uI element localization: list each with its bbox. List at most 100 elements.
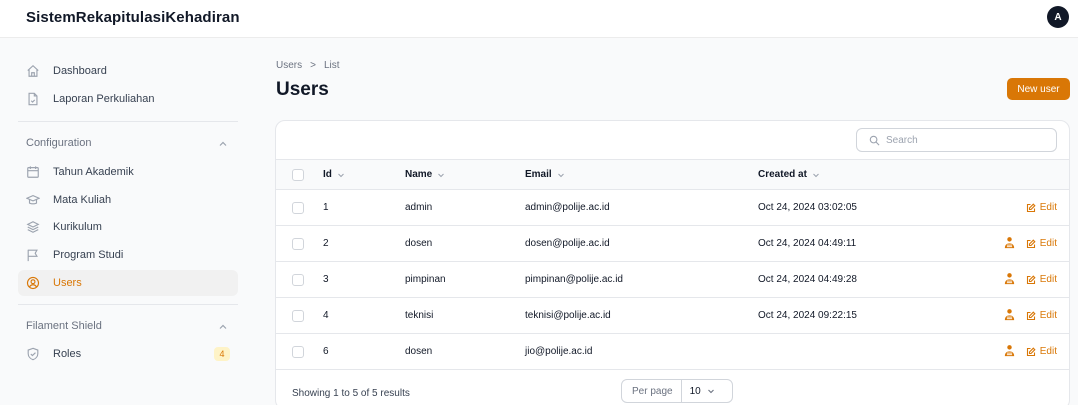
sidebar-item-dashboard[interactable]: Dashboard [18, 58, 238, 84]
cell-name: dosen [405, 346, 433, 357]
breadcrumb-list: List [323, 60, 340, 71]
impersonate-icon[interactable] [1003, 236, 1016, 252]
group-label-filament-shield[interactable]: Filament Shield [26, 320, 102, 332]
cell-id: 6 [323, 346, 329, 357]
pencil-square-icon [1026, 202, 1036, 212]
row-actions: Edit [1003, 298, 1057, 333]
user-circle-icon [26, 276, 40, 290]
group-label-configuration[interactable]: Configuration [26, 137, 91, 149]
chevron-up-icon[interactable] [218, 139, 228, 149]
cell-created-at: Oct 24, 2024 09:22:15 [758, 310, 857, 321]
cell-id: 2 [323, 238, 329, 249]
column-header-email[interactable]: Email [525, 160, 565, 189]
user-avatar[interactable]: A [1047, 6, 1069, 28]
table-row[interactable]: 4 teknisi teknisi@polije.ac.id Oct 24, 2… [276, 298, 1069, 334]
search-box[interactable] [856, 128, 1057, 152]
pencil-square-icon [1026, 310, 1036, 320]
sidebar-item-users[interactable]: Users [18, 270, 238, 296]
row-checkbox[interactable] [292, 238, 304, 250]
app-brand[interactable]: SistemRekapitulasiKehadiran [26, 9, 240, 26]
cell-email: jio@polije.ac.id [525, 346, 593, 357]
impersonate-icon[interactable] [1003, 308, 1016, 324]
sidebar-item-kurikulum[interactable]: Kurikulum [18, 214, 238, 240]
impersonate-icon[interactable] [1003, 344, 1016, 360]
table-footer: Showing 1 to 5 of 5 results Per page 10 [276, 375, 1069, 405]
cell-email: dosen@polije.ac.id [525, 238, 610, 249]
cell-created-at: Oct 24, 2024 03:02:05 [758, 202, 857, 213]
breadcrumb-separator: > [310, 60, 316, 71]
cell-id: 4 [323, 310, 329, 321]
cell-name: admin [405, 202, 433, 213]
home-icon [26, 64, 40, 78]
sidebar-divider [18, 121, 238, 122]
chevron-down-icon [813, 173, 819, 177]
table-row[interactable]: 3 pimpinan pimpinan@polije.ac.id Oct 24,… [276, 262, 1069, 298]
sidebar-item-laporan-perkuliahan[interactable]: Laporan Perkuliahan [18, 86, 238, 112]
row-checkbox[interactable] [292, 346, 304, 358]
pencil-square-icon [1026, 274, 1036, 284]
column-header-id[interactable]: Id [323, 160, 345, 189]
sidebar-item-label: Laporan Perkuliahan [53, 93, 155, 105]
chevron-down-icon [707, 389, 714, 394]
new-user-button[interactable]: New user [1007, 78, 1070, 100]
edit-button[interactable]: Edit [1026, 202, 1057, 213]
breadcrumb-users[interactable]: Users [276, 60, 302, 71]
sidebar: Dashboard Laporan Perkuliahan Configurat… [0, 38, 250, 405]
impersonate-icon[interactable] [1003, 272, 1016, 288]
chevron-down-icon [557, 173, 564, 177]
flag-icon [26, 248, 40, 262]
sidebar-item-label: Tahun Akademik [53, 166, 134, 178]
select-all-checkbox[interactable] [292, 169, 304, 181]
edit-button[interactable]: Edit [1026, 274, 1057, 285]
sidebar-item-mata-kuliah[interactable]: Mata Kuliah [18, 187, 238, 213]
results-summary: Showing 1 to 5 of 5 results [292, 387, 410, 399]
sidebar-item-program-studi[interactable]: Program Studi [18, 242, 238, 268]
cell-email: admin@polije.ac.id [525, 202, 610, 213]
table-header: Id Name Email Created at [276, 159, 1069, 190]
search-icon [869, 135, 880, 145]
search-input[interactable] [886, 134, 1036, 146]
column-header-created-at[interactable]: Created at [758, 160, 820, 189]
row-actions: Edit [1026, 190, 1057, 225]
cell-email: teknisi@polije.ac.id [525, 310, 611, 321]
roles-count-badge: 4 [214, 347, 230, 361]
page-title: Users [276, 79, 329, 100]
edit-button[interactable]: Edit [1026, 238, 1057, 249]
per-page-select[interactable]: Per page 10 [621, 379, 733, 403]
row-actions: Edit [1003, 226, 1057, 261]
row-actions: Edit [1003, 334, 1057, 369]
breadcrumb: Users > List [276, 60, 340, 71]
top-bar: SistemRekapitulasiKehadiran A [0, 0, 1078, 38]
chevron-down-icon [338, 173, 344, 177]
cell-id: 1 [323, 202, 329, 213]
table-row[interactable]: 2 dosen dosen@polije.ac.id Oct 24, 2024 … [276, 226, 1069, 262]
cell-email: pimpinan@polije.ac.id [525, 274, 623, 285]
edit-button[interactable]: Edit [1026, 310, 1057, 321]
row-checkbox[interactable] [292, 310, 304, 322]
row-checkbox[interactable] [292, 274, 304, 286]
calendar-icon [26, 165, 40, 179]
chevron-up-icon[interactable] [218, 322, 228, 332]
sidebar-item-label: Users [53, 277, 82, 289]
sidebar-item-tahun-akademik[interactable]: Tahun Akademik [18, 159, 238, 185]
sidebar-item-label: Mata Kuliah [53, 194, 112, 206]
per-page-value[interactable]: 10 [682, 386, 715, 397]
cell-name: pimpinan [405, 274, 446, 285]
stack-icon [26, 220, 40, 234]
cell-name: teknisi [405, 310, 434, 321]
user-shield-icon [1004, 344, 1014, 356]
shield-check-icon [26, 347, 40, 361]
column-header-name[interactable]: Name [405, 160, 445, 189]
row-actions: Edit [1003, 262, 1057, 297]
cell-created-at: Oct 24, 2024 04:49:28 [758, 274, 857, 285]
sidebar-item-roles[interactable]: Roles 4 [18, 341, 238, 367]
cell-created-at: Oct 24, 2024 04:49:11 [758, 238, 857, 249]
edit-button[interactable]: Edit [1026, 346, 1057, 357]
sidebar-item-label: Dashboard [53, 65, 107, 77]
row-checkbox[interactable] [292, 202, 304, 214]
table-row[interactable]: 1 admin admin@polije.ac.id Oct 24, 2024 … [276, 190, 1069, 226]
table-row[interactable]: 6 dosen jio@polije.ac.id Edit [276, 334, 1069, 370]
user-shield-icon [1004, 236, 1014, 248]
pencil-square-icon [1026, 346, 1036, 356]
user-shield-icon [1004, 272, 1014, 284]
